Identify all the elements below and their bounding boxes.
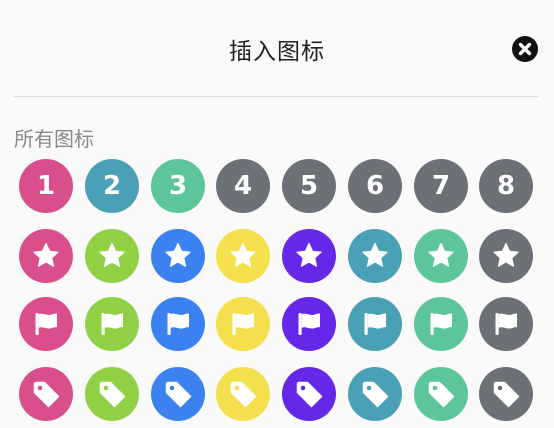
tag-icon-row	[0, 367, 554, 423]
flag-icon[interactable]	[348, 297, 402, 351]
flag-icon[interactable]	[479, 297, 533, 351]
star-icon[interactable]	[85, 229, 139, 283]
tag-icon[interactable]	[282, 367, 336, 421]
flag-icon[interactable]	[216, 297, 270, 351]
number-8-icon[interactable]: 8	[479, 159, 533, 213]
flag-icon[interactable]	[414, 297, 468, 351]
tag-icon[interactable]	[414, 367, 468, 421]
tag-icon[interactable]	[19, 367, 73, 421]
number-3-icon[interactable]: 3	[151, 159, 205, 213]
dialog-header: 插入图标	[0, 0, 554, 97]
star-icon[interactable]	[348, 229, 402, 283]
flag-icon[interactable]	[151, 297, 205, 351]
number-2-icon[interactable]: 2	[85, 159, 139, 213]
number-5-icon[interactable]: 5	[282, 159, 336, 213]
number-label: 7	[431, 171, 451, 201]
tag-icon[interactable]	[151, 367, 205, 421]
insert-icon-dialog: 插入图标 所有图标 1 2 3 4 5 6 7 8	[0, 0, 554, 428]
number-label: 8	[496, 171, 516, 201]
number-label: 1	[36, 171, 56, 201]
star-icon[interactable]	[414, 229, 468, 283]
tag-icon[interactable]	[348, 367, 402, 421]
flag-icon-row	[0, 297, 554, 353]
star-icon[interactable]	[151, 229, 205, 283]
star-icon[interactable]	[19, 229, 73, 283]
star-icon[interactable]	[282, 229, 336, 283]
star-icon-row	[0, 229, 554, 285]
number-icon-row: 1 2 3 4 5 6 7 8	[0, 159, 554, 215]
section-title-all-icons: 所有图标	[14, 127, 94, 151]
flag-icon[interactable]	[19, 297, 73, 351]
number-7-icon[interactable]: 7	[414, 159, 468, 213]
number-label: 5	[299, 171, 319, 201]
tag-icon[interactable]	[216, 367, 270, 421]
number-label: 4	[233, 171, 253, 201]
number-4-icon[interactable]: 4	[216, 159, 270, 213]
flag-icon[interactable]	[85, 297, 139, 351]
star-icon[interactable]	[479, 229, 533, 283]
number-6-icon[interactable]: 6	[348, 159, 402, 213]
tag-icon[interactable]	[85, 367, 139, 421]
dialog-title: 插入图标	[229, 39, 325, 65]
header-divider	[14, 96, 538, 97]
tag-icon[interactable]	[479, 367, 533, 421]
star-icon[interactable]	[216, 229, 270, 283]
number-label: 6	[365, 171, 385, 201]
number-label: 2	[102, 171, 122, 201]
number-label: 3	[168, 171, 188, 201]
flag-icon[interactable]	[282, 297, 336, 351]
number-1-icon[interactable]: 1	[19, 159, 73, 213]
close-icon[interactable]	[512, 36, 538, 62]
